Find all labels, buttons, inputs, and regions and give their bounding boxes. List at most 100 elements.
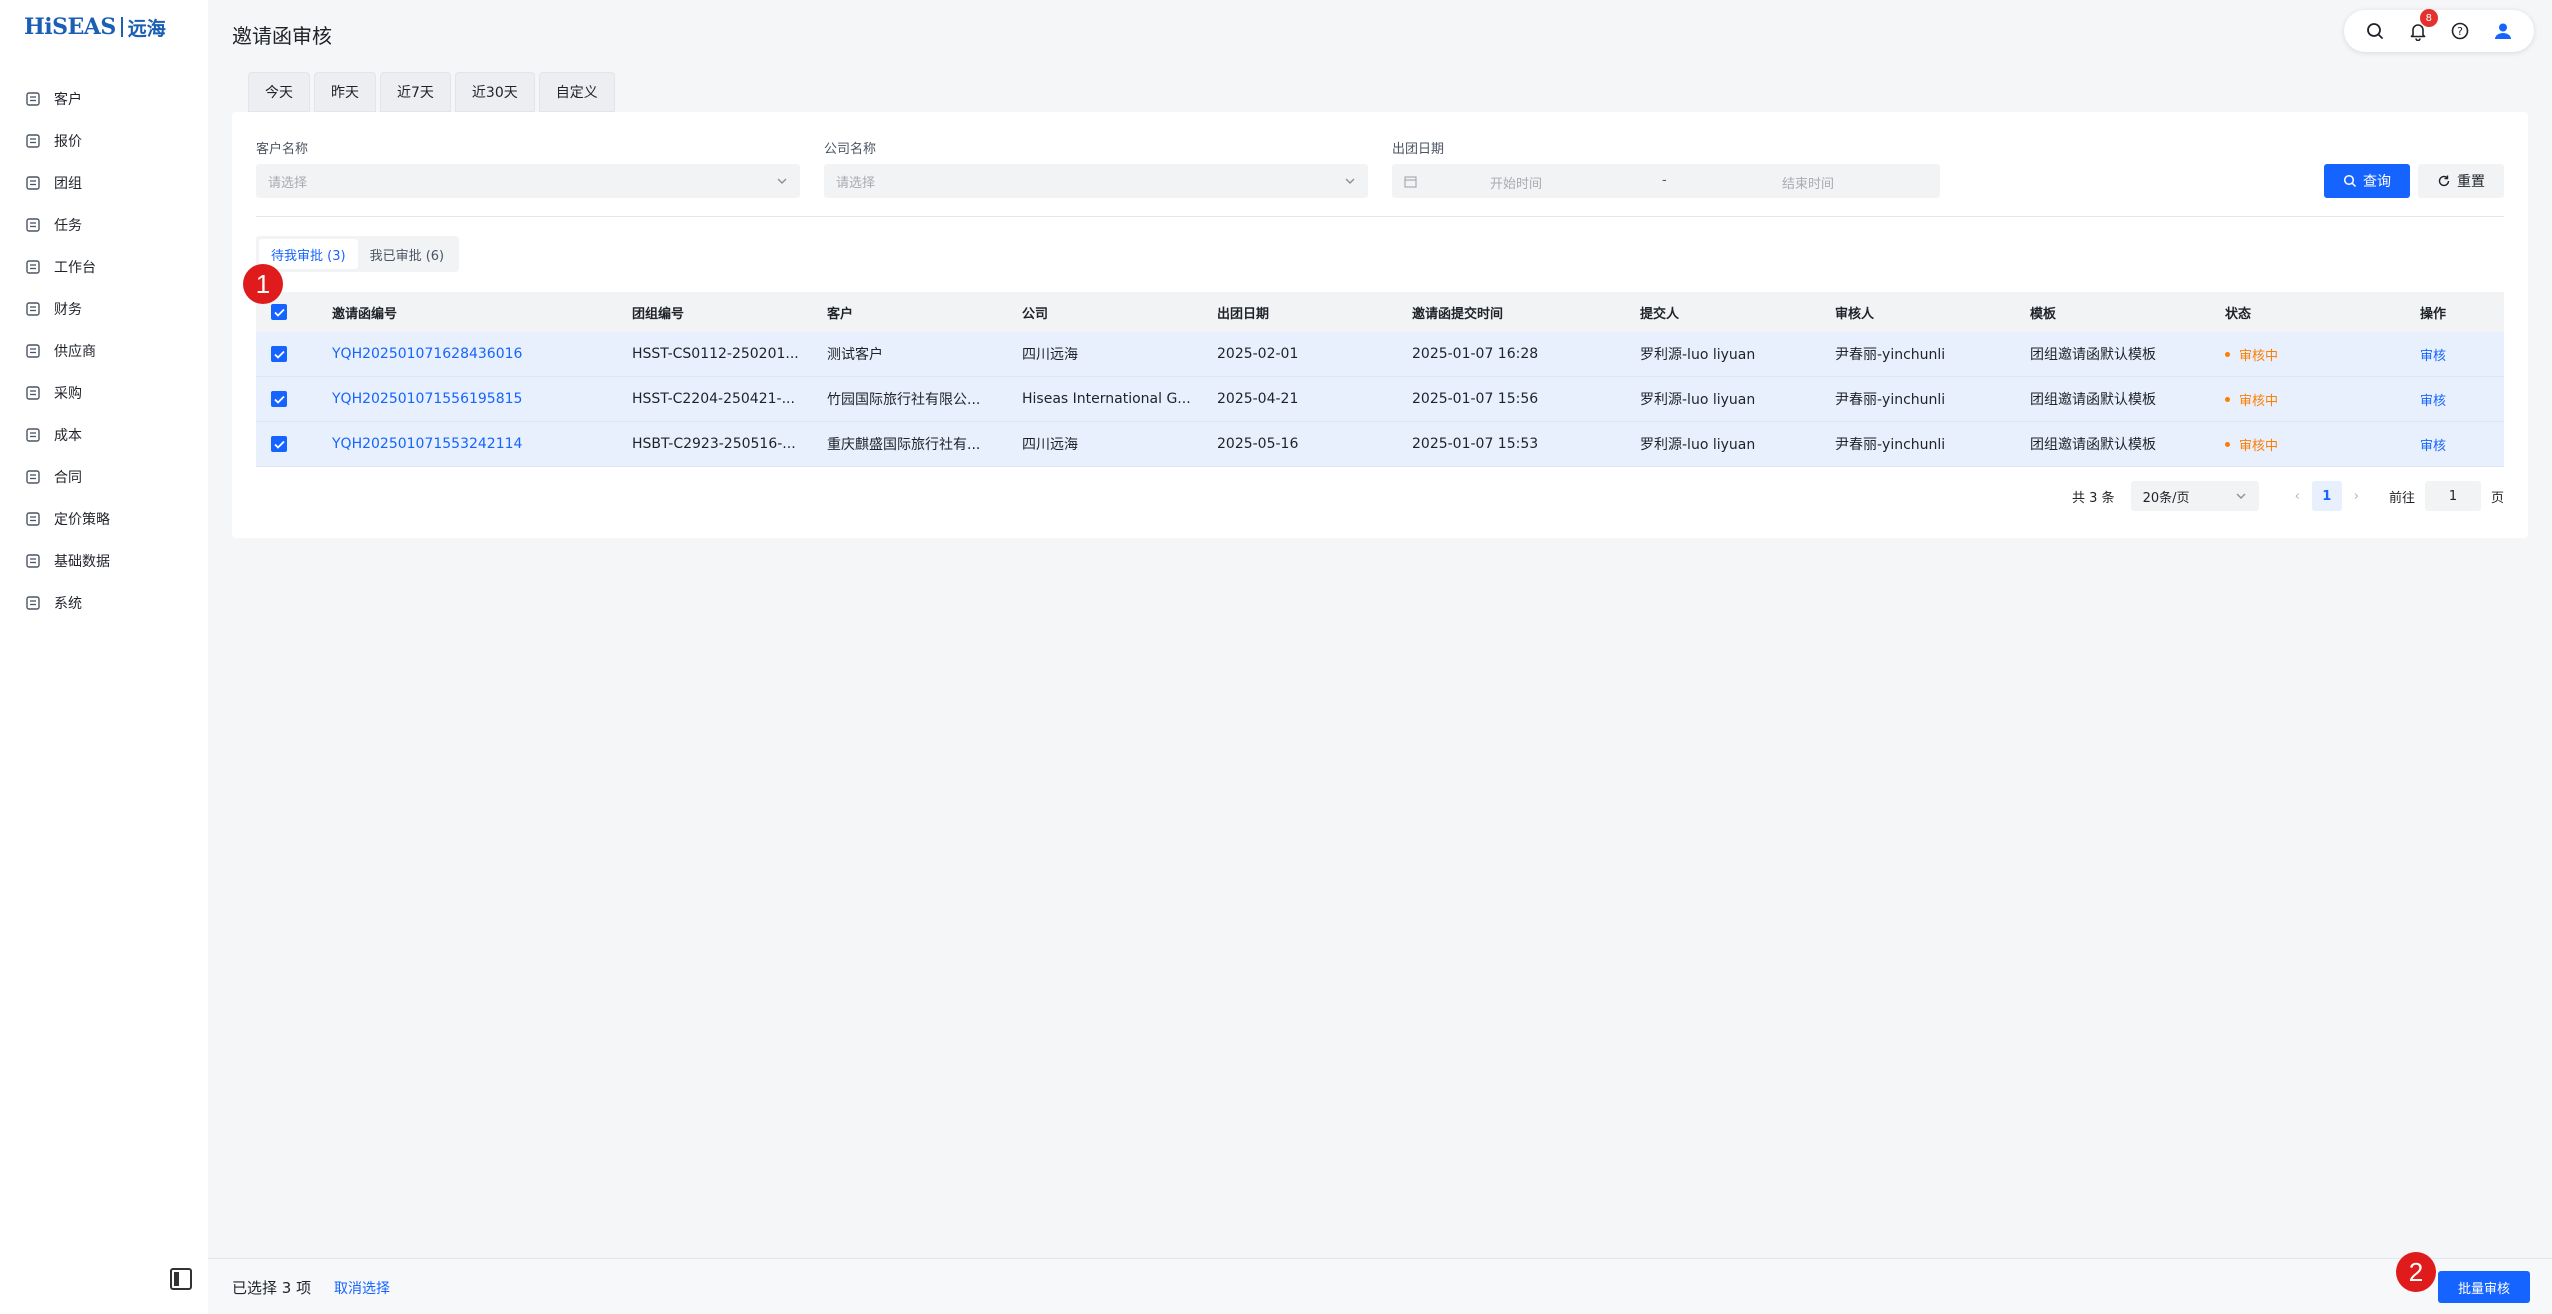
review-action-link[interactable]: 审核: [2420, 345, 2490, 364]
review-action-link[interactable]: 审核: [2420, 435, 2490, 454]
query-button[interactable]: 查询: [2324, 164, 2410, 198]
row-checkbox[interactable]: [271, 436, 287, 452]
logo[interactable]: HiSEAS 远海: [24, 14, 166, 40]
table-header: 邀请函编号 团组编号 客户 公司 出团日期 邀请函提交时间 提交人 审核人 模板 状态 操作: [256, 292, 2504, 332]
sidebar-item-workbench[interactable]: 工作台: [0, 246, 208, 288]
date-tab[interactable]: 昨天: [314, 72, 376, 112]
cell-company: Hiseas International G...: [1022, 391, 1191, 407]
logo-divider: [120, 17, 123, 37]
date-tabs: 今天 昨天 近7天 近30天 自定义: [248, 72, 619, 112]
row-checkbox[interactable]: [271, 346, 287, 362]
chevron-down-icon: [777, 178, 787, 184]
prev-page-icon[interactable]: ‹: [2295, 489, 2300, 504]
date-tab[interactable]: 今天: [248, 72, 310, 112]
logo-cn-text: 远海: [127, 17, 166, 40]
chevron-down-icon: [2236, 493, 2246, 499]
next-page-icon[interactable]: ›: [2354, 489, 2359, 504]
finance-icon: [24, 300, 42, 318]
cell-template: 团组邀请函默认模板: [2030, 347, 2156, 363]
sidebar-item-system[interactable]: 系统: [0, 582, 208, 624]
cancel-selection-link[interactable]: 取消选择: [334, 1278, 390, 1298]
invitation-id-link[interactable]: YQH202501071556195815: [332, 391, 622, 407]
column-header: 操作: [2420, 306, 2447, 322]
sidebar-item-quote[interactable]: 报价: [0, 120, 208, 162]
cell-group: HSST-CS0112-250201...: [632, 346, 799, 362]
reset-button[interactable]: 重置: [2418, 164, 2504, 198]
status-dot: [2225, 351, 2230, 357]
sidebar-item-pricing[interactable]: 定价策略: [0, 498, 208, 540]
column-header: 邀请函提交时间: [1412, 306, 1504, 322]
help-icon[interactable]: ?: [2446, 17, 2474, 45]
sidebar-item-basic-data[interactable]: 基础数据: [0, 540, 208, 582]
status-text: 审核中: [2239, 438, 2279, 454]
approval-segment: 待我审批 (3) 我已审批 (6): [256, 236, 460, 272]
sidebar-item-task[interactable]: 任务: [0, 204, 208, 246]
end-date-input[interactable]: 结束时间: [1782, 173, 1834, 192]
goto-page-input[interactable]: 1: [2424, 481, 2481, 511]
workbench-icon: [24, 258, 42, 276]
sidebar-collapse-icon[interactable]: [170, 1268, 192, 1290]
cell-date: 2025-02-01: [1217, 346, 1299, 362]
review-action-link[interactable]: 审核: [2420, 390, 2490, 409]
pagination: 共 3 条 20条/页 ‹ 1 › 前往 1 页: [2072, 480, 2504, 512]
select-all-checkbox[interactable]: [271, 304, 287, 320]
date-tab[interactable]: 近30天: [454, 72, 535, 112]
table-row[interactable]: YQH202501071553242114 HSBT-C2923-250516-.…: [256, 422, 2504, 467]
departure-date-range[interactable]: 开始时间 - 结束时间: [1392, 164, 1940, 198]
column-header: 公司: [1022, 306, 1049, 322]
sidebar-item-customer[interactable]: 客户: [0, 78, 208, 120]
contract-icon: [24, 468, 42, 486]
range-separator: -: [1662, 173, 1667, 188]
group-icon: [24, 174, 42, 192]
cell-customer: 测试客户: [827, 347, 883, 363]
cell-reviewer: 尹春丽-yinchunli: [1835, 347, 1946, 363]
status-badge: 审核中: [2225, 435, 2410, 454]
date-tab[interactable]: 自定义: [538, 72, 615, 112]
sidebar-item-supplier[interactable]: 供应商: [0, 330, 208, 372]
customer-select[interactable]: 请选择: [256, 164, 800, 198]
total-count: 共 3 条: [2072, 490, 2115, 506]
notification-bell-icon[interactable]: 8: [2404, 9, 2438, 45]
sidebar-item-finance[interactable]: 财务: [0, 288, 208, 330]
invitation-id-link[interactable]: YQH202501071553242114: [332, 436, 622, 452]
page-suffix: 页: [2490, 490, 2504, 506]
sidebar-item-label: 客户: [54, 92, 82, 108]
sidebar-item-label: 报价: [54, 134, 82, 150]
tab-pending-approval[interactable]: 待我审批 (3): [259, 239, 358, 269]
customer-name-label: 客户名称: [256, 142, 309, 157]
start-date-input[interactable]: 开始时间: [1490, 173, 1542, 192]
status-badge: 审核中: [2225, 345, 2410, 364]
column-header: 提交人: [1640, 306, 1680, 322]
sidebar-item-group[interactable]: 团组: [0, 162, 208, 204]
company-select[interactable]: 请选择: [824, 164, 1368, 198]
cost-icon: [24, 426, 42, 444]
cell-submitter: 罗利源-luo liyuan: [1640, 437, 1756, 453]
departure-date-label: 出团日期: [1392, 142, 1445, 157]
page-number-current[interactable]: 1: [2311, 481, 2342, 511]
topbar-actions: 8 ?: [2344, 9, 2534, 52]
table-row[interactable]: YQH202501071628436016 HSST-CS0112-250201.…: [256, 332, 2504, 377]
page-size-select[interactable]: 20条/页: [2130, 481, 2259, 511]
company-name-label: 公司名称: [824, 142, 877, 157]
selected-count: 已选择 3 项: [232, 1279, 312, 1297]
date-tab[interactable]: 近7天: [380, 72, 451, 112]
row-checkbox[interactable]: [271, 391, 287, 407]
sidebar-item-cost[interactable]: 成本: [0, 414, 208, 456]
status-text: 审核中: [2239, 393, 2279, 409]
table-row[interactable]: YQH202501071556195815 HSST-C2204-250421-.…: [256, 377, 2504, 422]
search-icon[interactable]: [2361, 17, 2389, 45]
sidebar-item-label: 成本: [54, 428, 82, 444]
sidebar-item-contract[interactable]: 合同: [0, 456, 208, 498]
batch-review-button[interactable]: 批量审核: [2438, 1271, 2530, 1303]
column-header: 团组编号: [632, 306, 685, 322]
tab-approved[interactable]: 我已审批 (6): [358, 239, 457, 269]
cell-customer: 重庆麒盛国际旅行社有...: [827, 437, 981, 453]
sidebar-item-purchase[interactable]: 采购: [0, 372, 208, 414]
invitation-id-link[interactable]: YQH202501071628436016: [332, 346, 622, 362]
user-avatar-icon[interactable]: [2489, 17, 2517, 45]
cell-reviewer: 尹春丽-yinchunli: [1835, 437, 1946, 453]
task-icon: [24, 216, 42, 234]
query-button-label: 查询: [2363, 174, 2391, 190]
status-dot: [2225, 441, 2230, 447]
calendar-icon: [1404, 176, 1417, 188]
